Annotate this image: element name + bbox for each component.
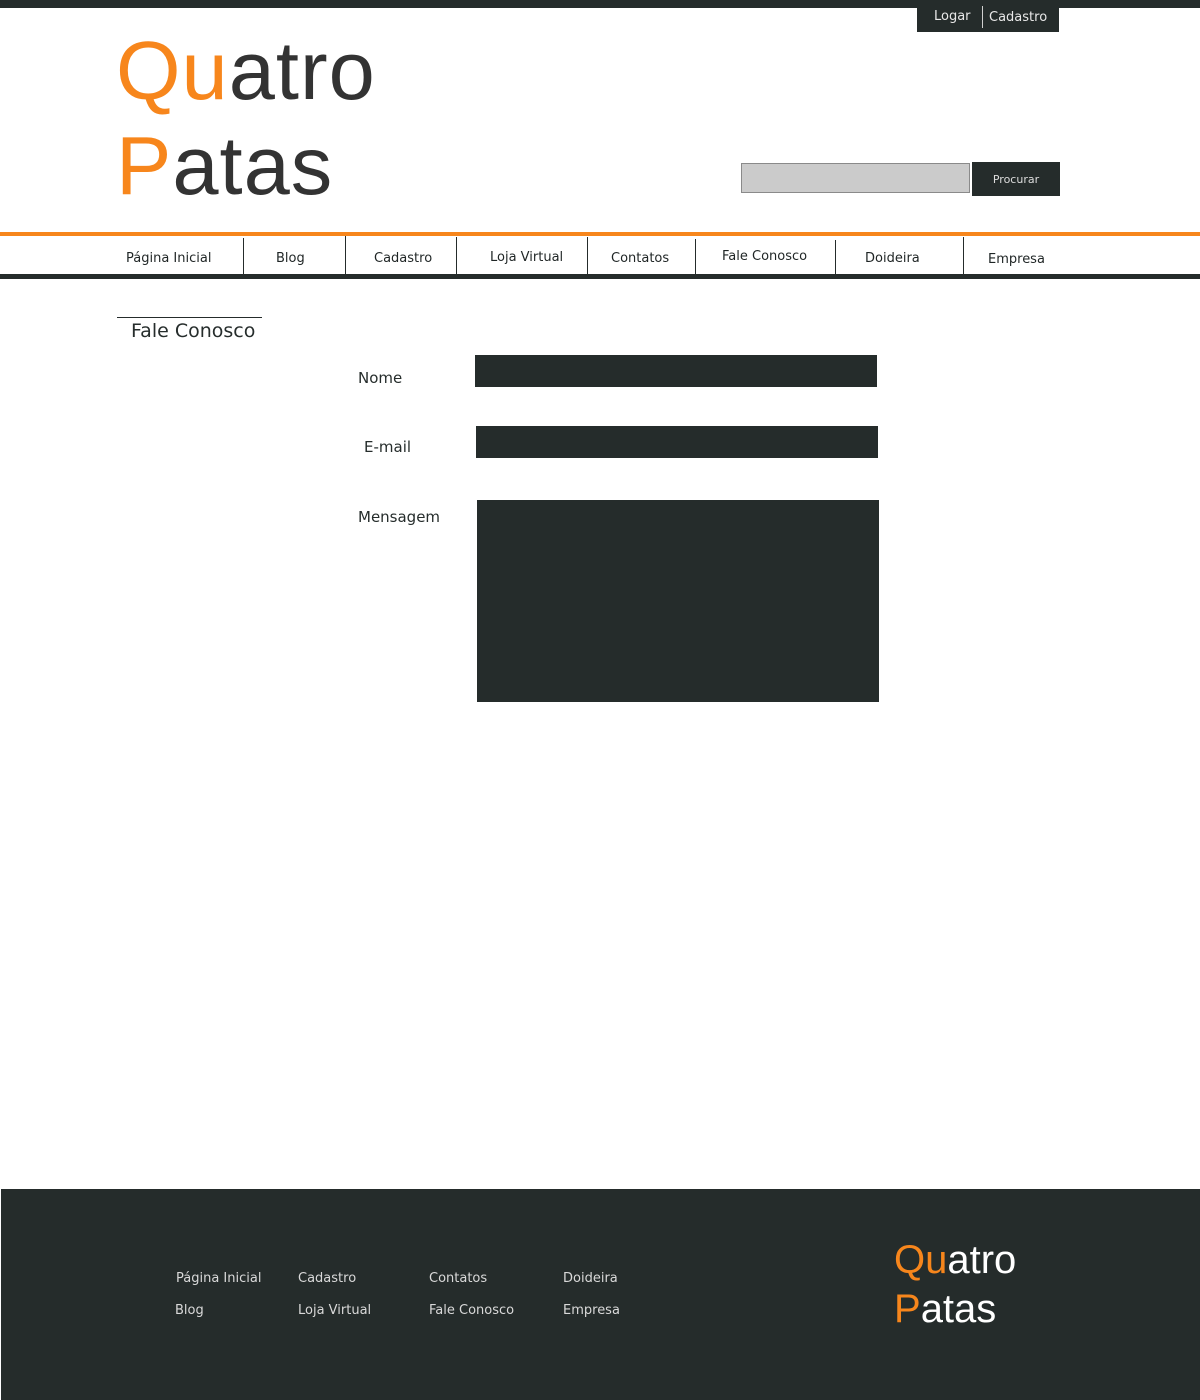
- nav-bottom-border: [0, 274, 1200, 279]
- site-logo-line2[interactable]: Patas: [116, 121, 333, 211]
- nav-item-contatos[interactable]: Contatos: [611, 250, 669, 268]
- nav-item-fale-conosco[interactable]: Fale Conosco: [722, 248, 807, 266]
- footer-link-doideira[interactable]: Doideira: [563, 1270, 618, 1288]
- footer-logo-line2: Patas: [894, 1286, 996, 1332]
- site-footer: [1, 1189, 1200, 1400]
- page-title: Fale Conosco: [131, 320, 256, 342]
- footer-link-loja-virtual[interactable]: Loja Virtual: [298, 1302, 371, 1320]
- nav-item-blog[interactable]: Blog: [276, 250, 305, 268]
- nav-item-doideira[interactable]: Doideira: [865, 250, 920, 268]
- footer-link-contatos[interactable]: Contatos: [429, 1270, 487, 1288]
- name-label: Nome: [358, 369, 403, 387]
- nav-item-pagina-inicial[interactable]: Página Inicial: [126, 250, 211, 268]
- nav-divider: [345, 236, 346, 274]
- nav-top-border: [0, 232, 1200, 236]
- footer-link-cadastro[interactable]: Cadastro: [298, 1270, 356, 1288]
- top-stripe: [0, 0, 1200, 8]
- nav-divider: [835, 240, 836, 274]
- footer-link-fale-conosco[interactable]: Fale Conosco: [429, 1302, 514, 1320]
- footer-logo: Quatro: [894, 1237, 1016, 1283]
- login-link[interactable]: Logar: [934, 8, 974, 26]
- footer-logo-text: atro: [947, 1238, 1017, 1282]
- footer-logo-accent: P: [894, 1287, 921, 1331]
- name-field[interactable]: [475, 355, 877, 387]
- email-label: E-mail: [364, 438, 412, 456]
- logo-text: atro: [228, 24, 376, 117]
- auth-divider: [982, 6, 983, 28]
- logo-accent-text: P: [116, 119, 173, 212]
- logo-text: atas: [172, 119, 334, 212]
- email-field[interactable]: [476, 426, 878, 458]
- footer-link-pagina-inicial[interactable]: Página Inicial: [176, 1270, 261, 1288]
- page-title-rule: [117, 317, 262, 318]
- nav-divider: [963, 237, 964, 274]
- nav-divider: [695, 239, 696, 274]
- nav-divider: [243, 238, 244, 274]
- message-label: Mensagem: [358, 508, 441, 526]
- footer-link-blog[interactable]: Blog: [175, 1302, 204, 1320]
- site-logo[interactable]: Quatro: [116, 26, 376, 116]
- footer-link-empresa[interactable]: Empresa: [563, 1302, 620, 1320]
- nav-item-empresa[interactable]: Empresa: [988, 251, 1045, 269]
- nav-divider: [456, 237, 457, 274]
- nav-item-cadastro[interactable]: Cadastro: [374, 250, 432, 268]
- footer-logo-accent: Qu: [894, 1238, 948, 1282]
- search-input[interactable]: [741, 163, 970, 193]
- nav-divider: [587, 237, 588, 274]
- search-button[interactable]: Procurar: [972, 162, 1060, 196]
- nav-item-loja-virtual[interactable]: Loja Virtual: [490, 249, 563, 267]
- message-field[interactable]: [477, 500, 879, 702]
- footer-logo-text: atas: [920, 1287, 997, 1331]
- register-link[interactable]: Cadastro: [989, 9, 1053, 27]
- logo-accent-text: Qu: [116, 24, 229, 117]
